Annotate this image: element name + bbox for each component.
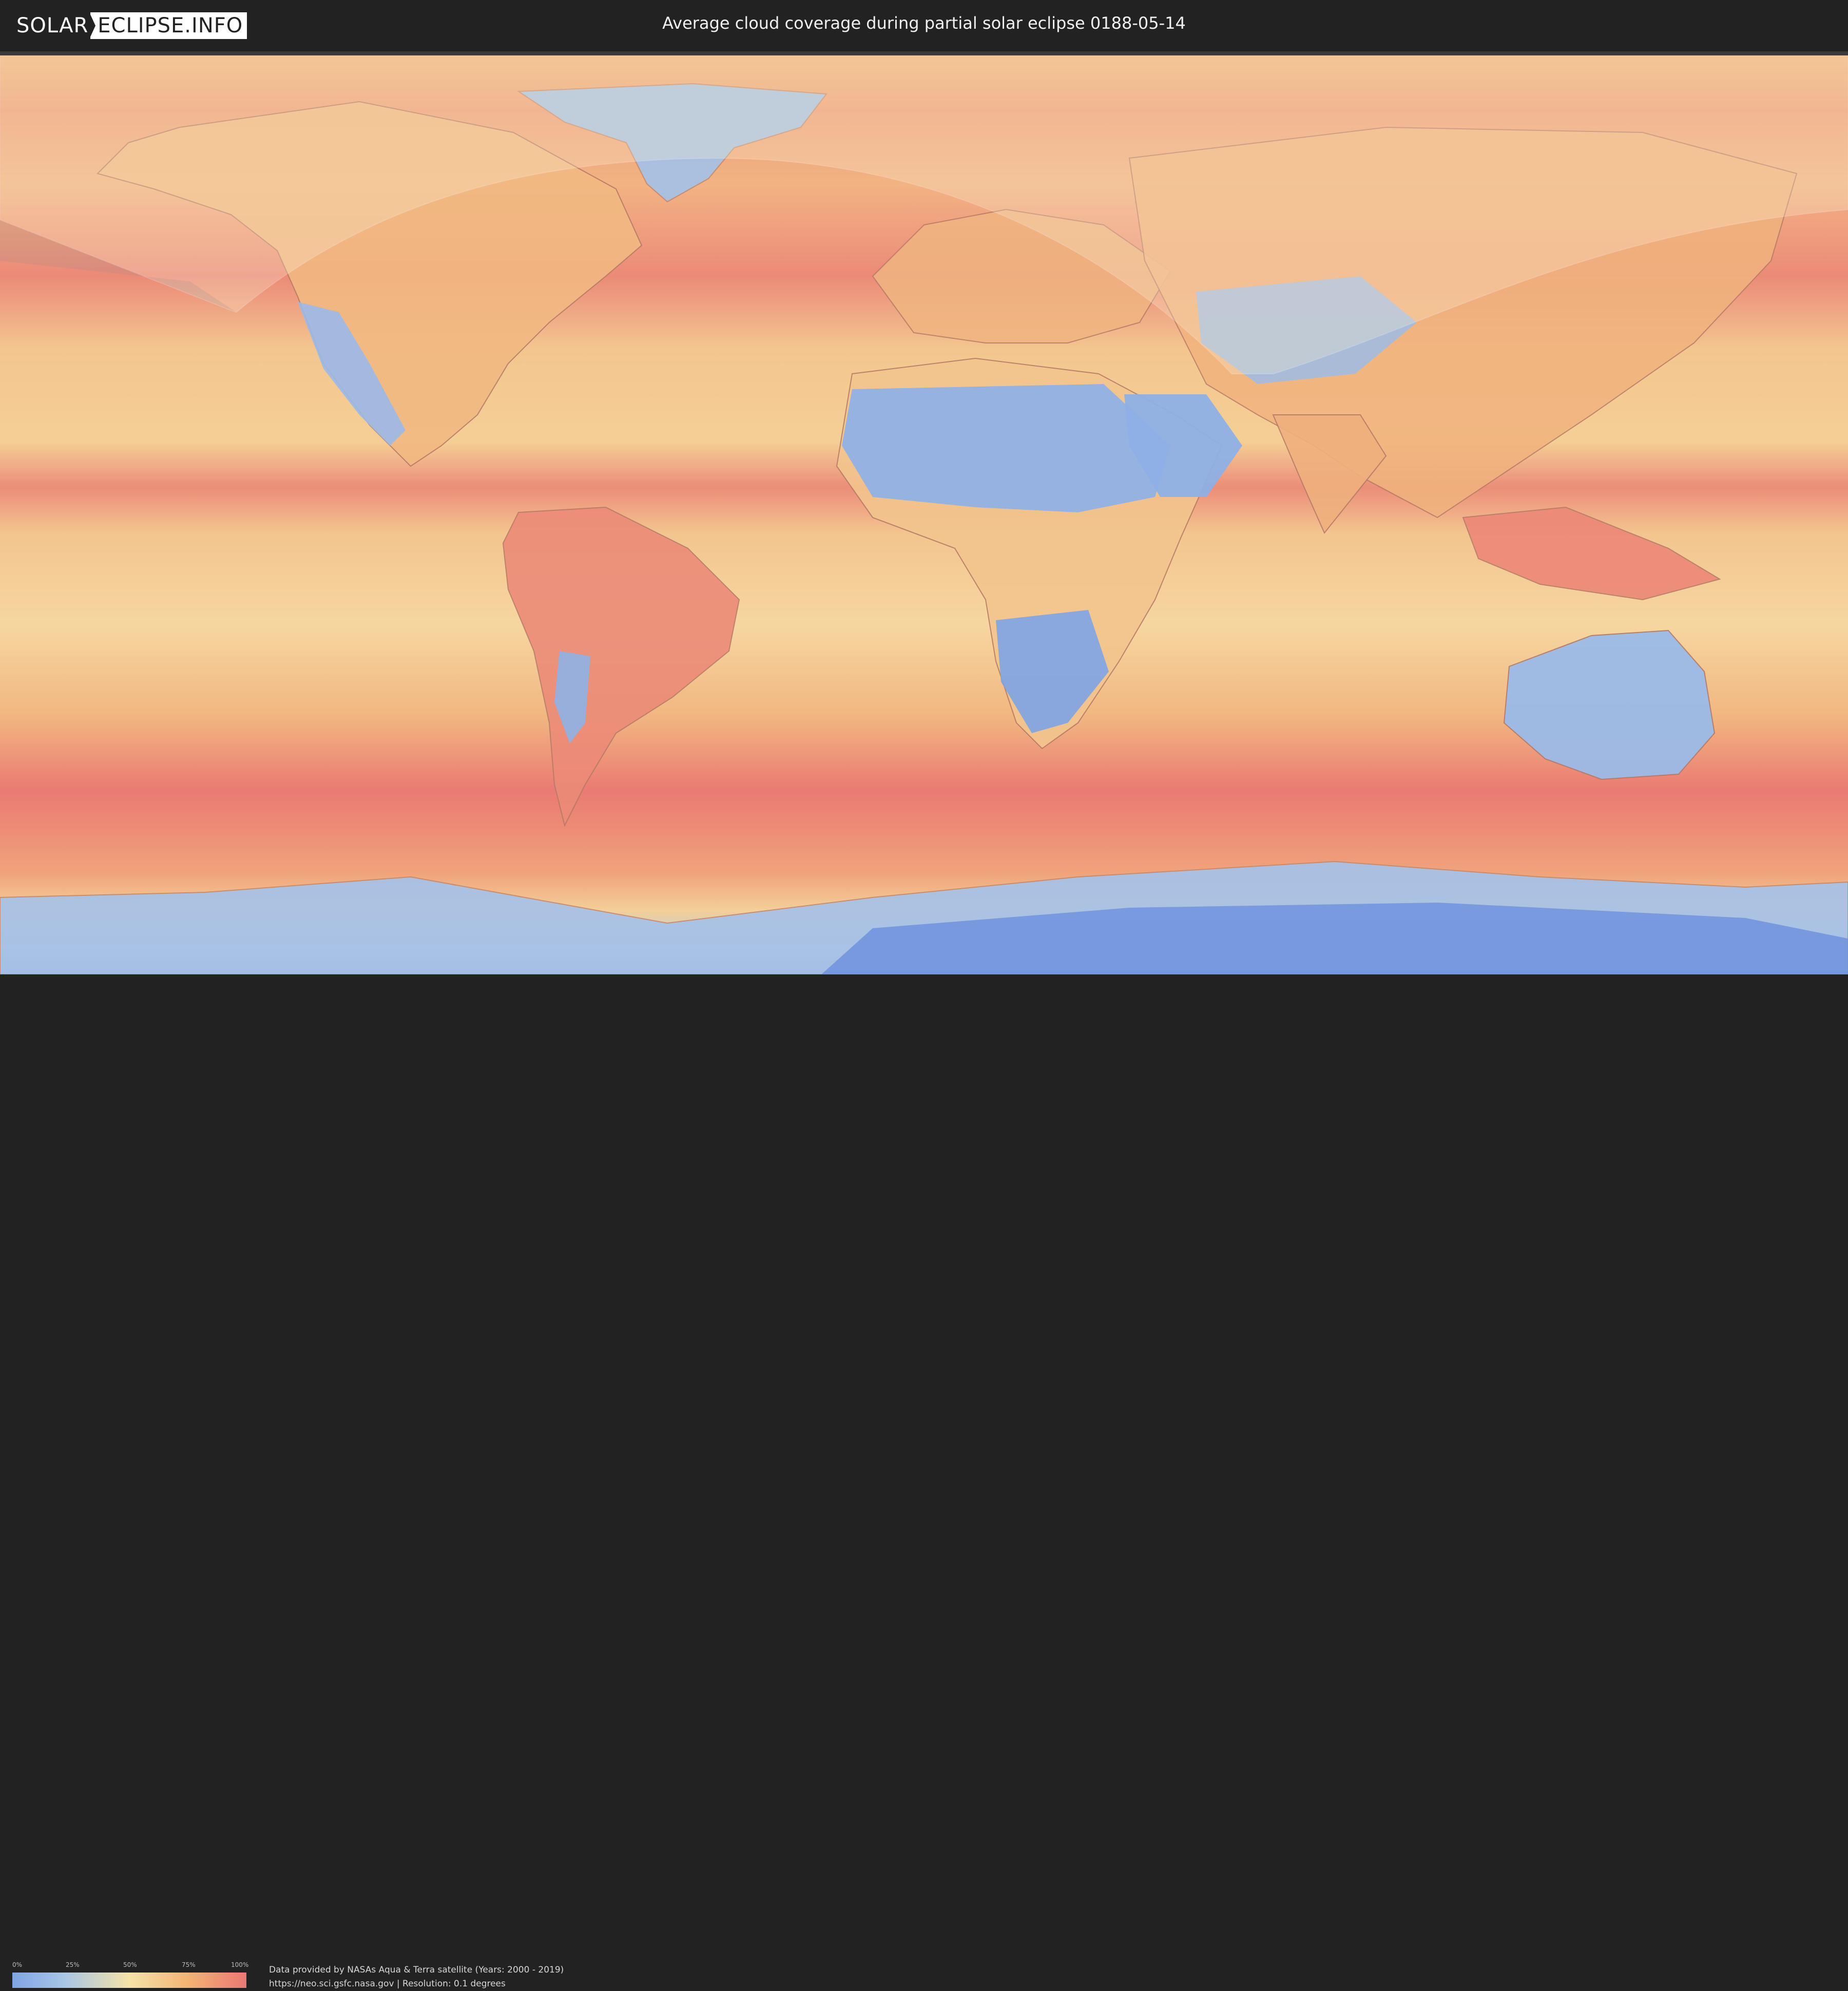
legend-color-bar: [12, 1973, 246, 1988]
page-title: Average cloud coverage during partial so…: [662, 13, 1186, 33]
legend-label-75: 75%: [182, 1961, 196, 1968]
header-bar: SOLAR ECLIPSE.INFO Average cloud coverag…: [0, 0, 1848, 51]
data-credits: Data provided by NASAs Aqua & Terra sate…: [269, 1963, 564, 1991]
legend-label-100: 100%: [231, 1961, 249, 1968]
legend-label-50: 50%: [123, 1961, 137, 1968]
cloud-coverage-legend: 0% 25% 50% 75% 100%: [12, 1961, 249, 1989]
sahara-clear-region: [842, 384, 1170, 512]
credit-line-1: Data provided by NASAs Aqua & Terra sate…: [269, 1965, 564, 1975]
cloud-coverage-map[interactable]: [0, 55, 1848, 974]
legend-label-25: 25%: [66, 1961, 80, 1968]
legend-labels: 0% 25% 50% 75% 100%: [12, 1961, 249, 1969]
legend-label-0: 0%: [12, 1961, 23, 1968]
credit-line-2[interactable]: https://neo.sci.gsfc.nasa.gov | Resoluti…: [269, 1977, 564, 1991]
footer-bar: 0% 25% 50% 75% 100% Data provided by NAS…: [0, 974, 1848, 1989]
